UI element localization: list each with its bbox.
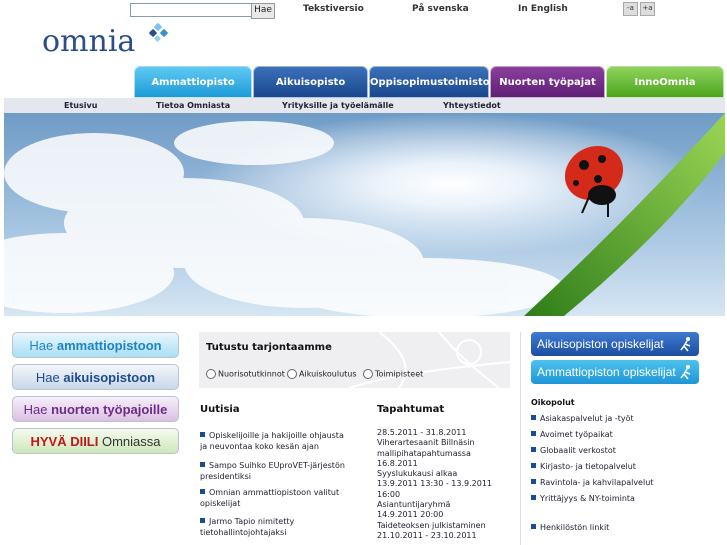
hero-banner: [4, 113, 725, 316]
news-item[interactable]: Omnian ammattiopistoon valitut opiskelij…: [200, 487, 350, 509]
news-item-text: Jarmo Tapio nimitetty tietohallintojohta…: [200, 517, 295, 537]
radio-nuorisotutkinnot[interactable]: Nuorisotutkinnot: [206, 369, 285, 379]
news-item-text: Opiskelijoille ja hakijoille ohjausta ja…: [200, 431, 344, 451]
shortcut-globaalit-verkostot[interactable]: Globaalit verkostot: [531, 446, 616, 455]
event-name[interactable]: Viherartesaanit Billnäsin mallipihatapah…: [377, 438, 517, 459]
ammattiopiston-opiskelijat-button[interactable]: Ammattiopiston opiskelijat: [531, 360, 699, 384]
hae-nuorten-tyopajoille-button[interactable]: Hae nuorten työpajoille: [12, 396, 179, 422]
shortcut-label: Kirjasto- ja tietopalvelut: [540, 462, 636, 471]
shortcut-label: Avoimet työpaikat: [540, 430, 613, 439]
omnia-logo[interactable]: omnia: [42, 23, 168, 59]
event-date: 21.10.2011 - 23.10.2011: [377, 530, 477, 540]
hae-nuorten-tyopajoille-label: nuorten työpajoille: [51, 402, 168, 417]
shortcut-label: Globaalit verkostot: [540, 446, 616, 455]
subnav-yrityksille[interactable]: Yrityksille ja työelämälle: [282, 98, 394, 113]
news-item-text: Omnian ammattiopistoon valitut opiskelij…: [200, 488, 340, 508]
search-input[interactable]: [130, 3, 252, 17]
rbtn-label: Ammattiopiston opiskelijat: [537, 365, 676, 379]
news-item-text: Sampo Suihko EUproVET-järjestön presiden…: [200, 461, 345, 481]
shortcut-kirjasto[interactable]: Kirjasto- ja tietopalvelut: [531, 462, 636, 471]
events-title: Tapahtumat: [377, 404, 445, 415]
hae-prefix: Hae: [23, 402, 52, 417]
shortcut-label: Yrittäjyys & NY-toiminta: [540, 494, 635, 503]
hae-aikuisopistoon-label: aikuisopistoon: [63, 370, 156, 385]
bullet-icon: [531, 479, 536, 484]
radio-toimipisteet[interactable]: Toimipisteet: [363, 369, 423, 379]
logo-dots-icon: [149, 23, 168, 42]
news-title: Uutisia: [200, 404, 240, 415]
radio-circle-icon: [363, 369, 373, 379]
event-date: 28.5.2011 - 31.8.2011: [377, 428, 467, 437]
english-link[interactable]: In English: [518, 4, 568, 14]
shortcut-label: Henkilöstön linkit: [540, 523, 610, 532]
bullet-icon: [200, 462, 205, 467]
bullet-icon: [531, 495, 536, 500]
shortcut-henkiloston-linkit[interactable]: Henkilöstön linkit: [531, 523, 609, 532]
tab-nuorten-tyopajat[interactable]: Nuorten työpajat: [490, 66, 605, 98]
bullet-icon: [531, 431, 536, 436]
shortcut-label: Ravintola- ja kahvilapalvelut: [540, 478, 654, 487]
radio-circle-icon: [287, 369, 297, 379]
rbtn-label: Aikuisopiston opiskelijat: [537, 337, 664, 351]
hae-prefix: Hae: [29, 338, 57, 353]
banner-sky-ladybug-image: [4, 113, 725, 316]
news-item[interactable]: Sampo Suihko EUproVET-järjestön presiden…: [200, 460, 350, 482]
runner-icon: [680, 365, 691, 380]
radio-label: Aikuiskoulutus: [299, 369, 357, 379]
radio-label: Toimipisteet: [375, 369, 424, 379]
bullet-icon: [200, 518, 205, 523]
tutustu-title: Tutustu tarjontaamme: [206, 342, 332, 353]
radio-circle-icon: [206, 369, 216, 379]
diili-suffix: Omniassa: [98, 434, 161, 449]
shortcut-asiakaspalvelut[interactable]: Asiakaspalvelut ja -työt: [531, 414, 634, 423]
event-date: 13.9.2011 13:30 - 13.9.2011 16:00: [377, 479, 492, 499]
map-pattern-decoration: [348, 332, 510, 388]
event-date: 14.9.2011 20:00: [377, 510, 444, 520]
hae-prefix: Hae: [35, 370, 64, 385]
news-item[interactable]: Jarmo Tapio nimitetty tietohallintojohta…: [200, 516, 350, 538]
runner-icon: [680, 337, 691, 352]
shortcut-yrittajyys[interactable]: Yrittäjyys & NY-toiminta: [531, 494, 635, 503]
subnav-etusivu[interactable]: Etusivu: [64, 98, 97, 113]
subnav-yhteystiedot[interactable]: Yhteystiedot: [443, 98, 501, 113]
hyva-diili-label: HYVÄ DIILI: [30, 434, 99, 449]
tutustu-box: [199, 332, 510, 388]
event-date: 16.8.2011: [377, 458, 418, 468]
news-item[interactable]: Opiskelijoille ja hakijoille ohjausta ja…: [200, 430, 350, 452]
bullet-icon: [531, 447, 536, 452]
hae-aikuisopistoon-button[interactable]: Hae aikuisopistoon: [12, 364, 179, 390]
font-larger-button[interactable]: +a: [640, 2, 655, 16]
search-button[interactable]: Hae: [251, 3, 275, 19]
hyva-diili-button[interactable]: HYVÄ DIILI Omniassa: [12, 428, 179, 454]
tab-innoomnia[interactable]: InnoOmnia: [606, 66, 724, 98]
subnav-tietoa-omniasta[interactable]: Tietoa Omniasta: [156, 98, 230, 113]
bullet-icon: [531, 463, 536, 468]
tab-aikuisopisto[interactable]: Aikuisopisto: [253, 66, 368, 98]
tab-oppisopimustoimisto[interactable]: Oppisopimustoimisto: [369, 66, 490, 98]
event-name[interactable]: Asiantuntijaryhmä: [377, 500, 517, 510]
oikopolut-title: Oikopolut: [531, 398, 575, 407]
events-list: 28.5.2011 - 31.8.2011 Viherartesaanit Bi…: [377, 428, 517, 541]
swedish-link[interactable]: På svenska: [412, 4, 469, 14]
bullet-icon: [200, 489, 205, 494]
hae-ammattiopistoon-button[interactable]: Hae ammattiopistoon: [12, 332, 179, 358]
text-version-link[interactable]: Tekstiversio: [303, 4, 364, 14]
aikuisopiston-opiskelijat-button[interactable]: Aikuisopiston opiskelijat: [531, 332, 699, 356]
shortcut-avoimet-tyopaikat[interactable]: Avoimet työpaikat: [531, 430, 613, 439]
bullet-icon: [531, 524, 536, 529]
event-name[interactable]: Syyslukukausi alkaa: [377, 469, 517, 479]
tab-ammattiopisto[interactable]: Ammattiopisto: [134, 66, 252, 98]
radio-aikuiskoulutus[interactable]: Aikuiskoulutus: [287, 369, 357, 379]
hae-ammattiopistoon-label: ammattiopistoon: [56, 338, 162, 353]
bullet-icon: [200, 432, 205, 437]
font-smaller-button[interactable]: -a: [623, 2, 638, 16]
logo-text: omnia: [42, 24, 136, 59]
shortcut-ravintola[interactable]: Ravintola- ja kahvilapalvelut: [531, 478, 653, 487]
column-divider: [520, 332, 521, 545]
shortcut-label: Asiakaspalvelut ja -työt: [540, 414, 634, 423]
event-name[interactable]: Taideteoksen julkistaminen: [377, 521, 517, 531]
radio-label: Nuorisotutkinnot: [218, 369, 285, 379]
bullet-icon: [531, 415, 536, 420]
